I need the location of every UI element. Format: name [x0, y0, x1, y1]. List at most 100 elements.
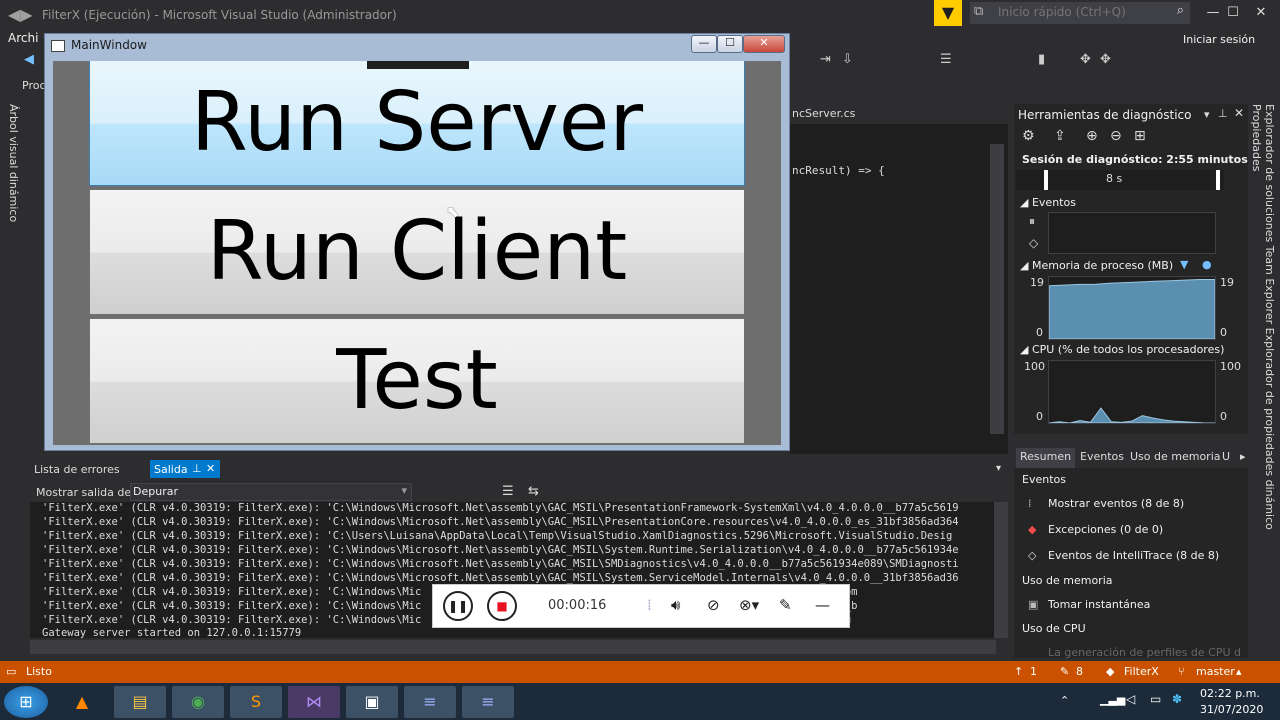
editor-scrollbar[interactable] — [990, 144, 1004, 434]
pending-changes-icon[interactable]: ✎ — [1060, 665, 1069, 678]
snapshot-marker-icon: ▼ — [1180, 258, 1189, 271]
unpushed-commits-count[interactable]: 1 — [1030, 665, 1037, 678]
tab-output[interactable]: Salida ⊥ ✕ — [150, 460, 220, 478]
tab-uso-cpu[interactable]: U — [1222, 450, 1230, 463]
reset-zoom-icon[interactable]: ⊞ — [1134, 128, 1146, 144]
output-horizontal-scrollbar[interactable] — [30, 640, 996, 654]
download-icon[interactable]: ⇩ — [842, 52, 853, 67]
editor-tab-server-cs[interactable]: ncServer.cs — [792, 107, 855, 120]
app-window-icon[interactable]: ▣ — [346, 686, 398, 718]
webcam-muted-icon[interactable]: ⊗▾ — [739, 596, 759, 614]
app-icon-2[interactable]: ≡ — [462, 686, 514, 718]
sublime-text-icon[interactable]: S — [230, 686, 282, 718]
exceptions-link[interactable]: Excepciones (0 de 0) — [1048, 523, 1163, 536]
code-editor[interactable] — [790, 104, 1008, 454]
move-icon-2[interactable]: ✥ — [1100, 52, 1111, 67]
zoom-in-icon[interactable]: ⊕ — [1086, 128, 1098, 144]
pause-recording-button[interactable]: ❚❚ — [443, 591, 473, 621]
quick-launch-input[interactable] — [998, 5, 1158, 19]
test-button[interactable]: Test — [89, 318, 745, 444]
align-icon[interactable]: ☰ — [940, 52, 952, 67]
memory-min-left: 0 — [1036, 326, 1043, 339]
tab-uso-memoria[interactable]: Uso de memoria — [1130, 450, 1221, 463]
output-vertical-scrollbar[interactable] — [994, 502, 1008, 638]
live-visual-tree-tab[interactable]: Árbol visual dinámico — [4, 104, 20, 224]
tray-app-icon[interactable]: ✽ — [1172, 692, 1182, 706]
memory-max-right: 19 — [1220, 276, 1234, 289]
pin-icon[interactable]: ⊥ — [1218, 107, 1228, 120]
repository-icon[interactable]: ◆ — [1106, 665, 1114, 678]
debug-toolbar-handle[interactable] — [367, 61, 469, 69]
microphone-muted-icon[interactable]: ⊘ — [707, 596, 720, 614]
main-window-maximize-button[interactable]: ☐ — [717, 35, 743, 53]
step-icon[interactable]: ⇥ — [820, 52, 831, 67]
search-icon[interactable]: ⌕ — [1177, 3, 1184, 18]
settings-gear-icon[interactable]: ⚙ — [1022, 128, 1035, 144]
windows-start-icon[interactable]: ⊞ — [4, 686, 48, 718]
intellitrace-link[interactable]: Eventos de IntelliTrace (8 de 8) — [1048, 549, 1219, 562]
memory-min-right: 0 — [1220, 326, 1227, 339]
export-icon[interactable]: ⇪ — [1054, 128, 1066, 144]
camera-icon: ▣ — [1028, 598, 1039, 611]
tab-resumen[interactable]: Resumen — [1016, 448, 1076, 470]
repository-name[interactable]: FilterX — [1124, 665, 1159, 678]
word-wrap-icon[interactable]: ⇆ — [528, 484, 539, 499]
network-icon[interactable]: ▁▃▅ — [1100, 693, 1125, 706]
diagnostic-session-duration: Sesión de diagnóstico: 2:55 minutos — [1022, 153, 1248, 166]
move-icon[interactable]: ✥ — [1080, 52, 1091, 67]
tab-error-list[interactable]: Lista de errores — [34, 463, 120, 476]
branch-name[interactable]: master — [1196, 665, 1235, 678]
run-client-button[interactable]: Run Client — [89, 189, 745, 315]
tab-eventos[interactable]: Eventos — [1080, 450, 1124, 463]
minimize-recorder-icon[interactable]: — — [815, 596, 830, 614]
pending-changes-count[interactable]: 8 — [1076, 665, 1083, 678]
draw-pen-icon[interactable]: ✎ — [779, 596, 792, 614]
volume-icon[interactable]: 🔊︎ — [671, 596, 680, 614]
timeline-start-handle[interactable] — [1044, 170, 1048, 190]
events-section-header[interactable]: ◢ Eventos — [1020, 196, 1076, 209]
tray-chevron-icon[interactable]: ⌃ — [1060, 694, 1069, 707]
sign-in-link[interactable]: Iniciar sesión — [1183, 33, 1255, 46]
take-snapshot-button[interactable]: Tomar instantánea — [1048, 598, 1150, 611]
clock-time[interactable]: 02:22 p.m. — [1200, 687, 1260, 700]
quick-launch-box[interactable]: ⧉ ⌕ — [970, 2, 1190, 24]
tab-pin-icon[interactable]: ⊥ — [192, 462, 202, 475]
panel-dropdown-icon[interactable]: ▾ — [1204, 108, 1210, 121]
vlc-icon[interactable]: ▲ — [56, 686, 108, 718]
stop-recording-button[interactable]: ■ — [487, 591, 517, 621]
main-window-minimize-button[interactable]: — — [691, 35, 717, 53]
feedback-filter-icon[interactable]: ▼ — [934, 0, 962, 26]
close-button[interactable]: ✕ — [1244, 0, 1278, 26]
bookmark-icon[interactable]: ▮ — [1038, 52, 1045, 67]
zoom-out-icon[interactable]: ⊖ — [1110, 128, 1122, 144]
tab-close-icon[interactable]: ✕ — [206, 462, 215, 475]
tray-monitor-icon[interactable]: ▭ — [1150, 692, 1161, 706]
publish-up-arrow-icon[interactable]: ↑ — [1014, 665, 1023, 678]
branch-menu-icon[interactable]: ▴ — [1236, 665, 1242, 678]
app-icon-1[interactable]: ≡ — [404, 686, 456, 718]
back-icon[interactable]: ◀ — [24, 52, 34, 67]
cpu-section-header[interactable]: ◢ CPU (% de todos los procesadores) — [1020, 343, 1224, 356]
clock-date[interactable]: 31/07/2020 — [1200, 703, 1263, 716]
file-explorer-icon[interactable]: ▤ — [114, 686, 166, 718]
menu-item-archivo[interactable]: Archi — [8, 31, 38, 45]
cpu-min-right: 0 — [1220, 410, 1227, 423]
tab-scroll-right-icon[interactable]: ▸ — [1240, 450, 1246, 463]
output-source-select[interactable]: Depurar ▾ — [130, 483, 412, 501]
clear-all-icon[interactable]: ☰ — [502, 484, 514, 499]
main-window-close-button[interactable]: ✕ — [743, 35, 785, 53]
right-side-tool-tabs[interactable]: Explorador de soluciones Team Explorer E… — [1250, 104, 1276, 534]
timeline-end-handle[interactable] — [1216, 170, 1220, 190]
panel-menu-icon[interactable]: ▾ — [996, 463, 1001, 474]
diamond-icon: ◇ — [1029, 236, 1039, 250]
show-events-link[interactable]: Mostrar eventos (8 de 8) — [1048, 497, 1184, 510]
branch-icon[interactable]: ⑂ — [1178, 665, 1185, 678]
show-events-icon: ⁞ — [1028, 497, 1032, 510]
tray-volume-icon[interactable]: ◁ — [1126, 692, 1135, 706]
run-server-button[interactable]: Run Server — [89, 61, 745, 186]
panel-close-icon[interactable]: ✕ — [1234, 106, 1244, 120]
visual-studio-icon[interactable]: ⋈ — [288, 686, 340, 718]
drag-grip-icon[interactable]: ⁞ — [647, 596, 652, 614]
memory-section-header[interactable]: ◢ Memoria de proceso (MB) — [1020, 259, 1173, 272]
chrome-icon[interactable]: ◉ — [172, 686, 224, 718]
